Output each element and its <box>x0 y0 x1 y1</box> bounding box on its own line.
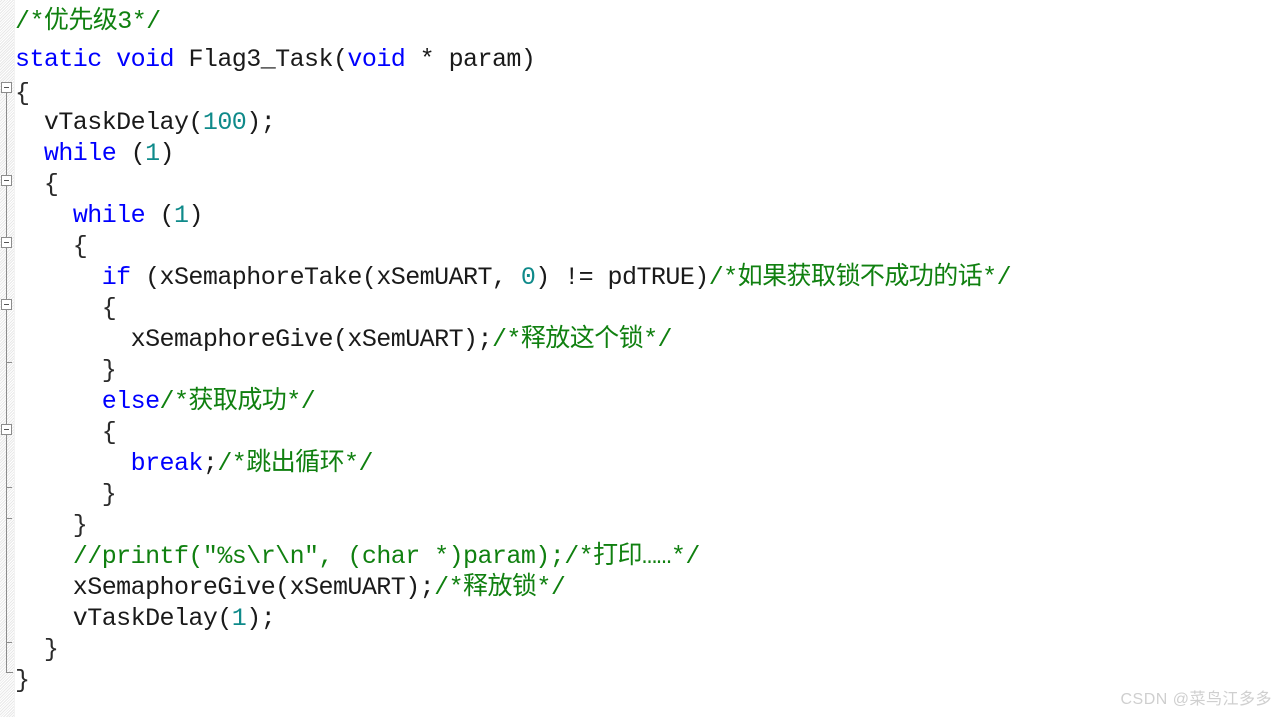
code-token: * param) <box>405 45 536 74</box>
code-line-if-semaphore-take[interactable]: if (xSemaphoreTake(xSemUART, 0) != pdTRU… <box>15 262 1012 293</box>
code-line-close-brace-while-inner[interactable]: } <box>15 510 88 541</box>
csdn-watermark: CSDN @菜鸟江多多 <box>1120 691 1272 708</box>
code-line-semaphore-give-release[interactable]: xSemaphoreGive(xSemUART);/*释放锁*/ <box>15 572 566 603</box>
code-token: break <box>130 449 204 478</box>
fold-tick-mark <box>6 518 12 519</box>
code-line-open-brace-function[interactable]: { <box>15 78 30 109</box>
code-token: /*优先级3*/ <box>15 7 161 36</box>
code-token: while <box>72 201 146 230</box>
code-line-break-statement[interactable]: break;/*跳出循环*/ <box>15 448 374 479</box>
code-token: static void <box>15 45 189 74</box>
fold-while-outer-collapse-icon[interactable] <box>1 175 12 186</box>
code-line-open-brace-while-outer[interactable]: { <box>15 169 59 200</box>
code-token: ) != pdTRUE) <box>535 263 709 292</box>
code-token: ( <box>116 139 146 168</box>
fold-tick-mark <box>6 362 12 363</box>
code-line-comment-priority[interactable]: /*优先级3*/ <box>15 6 161 37</box>
code-token: ); <box>246 108 276 137</box>
code-token: 100 <box>202 108 247 137</box>
code-line-close-brace-while-outer[interactable]: } <box>15 634 59 665</box>
fold-while-inner-collapse-icon[interactable] <box>1 237 12 248</box>
code-token: void <box>347 45 406 74</box>
code-token: ); <box>246 604 276 633</box>
code-token: } <box>15 635 59 664</box>
code-line-vtaskdelay-1[interactable]: vTaskDelay(1); <box>15 603 276 634</box>
code-line-while-outer[interactable]: while (1) <box>15 138 175 169</box>
code-token: 1 <box>231 604 247 633</box>
code-token: Flag3_Task( <box>188 45 348 74</box>
code-line-close-brace-else[interactable]: } <box>15 479 117 510</box>
code-line-vtaskdelay-100[interactable]: vTaskDelay(100); <box>15 107 276 138</box>
code-token: /*获取成功*/ <box>159 387 316 416</box>
code-token: /*跳出循环*/ <box>217 449 373 478</box>
code-token: //printf("%s\r\n", (char *)param);/*打印……… <box>72 542 701 571</box>
code-token: { <box>15 294 117 323</box>
fold-function-body-collapse-icon[interactable] <box>1 82 12 93</box>
code-line-semaphore-give-inner[interactable]: xSemaphoreGive(xSemUART);/*释放这个锁*/ <box>15 324 673 355</box>
code-token: } <box>15 480 117 509</box>
code-token: ) <box>159 139 175 168</box>
code-line-while-inner[interactable]: while (1) <box>15 200 204 231</box>
code-line-open-brace-else[interactable]: { <box>15 417 117 448</box>
code-token: vTaskDelay( <box>15 108 204 137</box>
code-line-else-success[interactable]: else/*获取成功*/ <box>15 386 316 417</box>
fold-tick-mark <box>6 487 12 488</box>
code-line-function-signature[interactable]: static void Flag3_Task(void * param) <box>15 44 536 75</box>
code-token: while <box>43 139 117 168</box>
code-token: xSemaphoreGive(xSemUART); <box>15 325 493 354</box>
fold-spine-end-corner <box>6 672 13 673</box>
code-token: ( <box>145 201 175 230</box>
code-token: /*释放这个锁*/ <box>491 325 673 354</box>
code-token: ; <box>202 449 218 478</box>
code-token: } <box>15 511 88 540</box>
code-content-area[interactable]: /*优先级3*/ static void Flag3_Task(void * pa… <box>15 0 1286 717</box>
code-token: { <box>15 418 117 447</box>
code-token: 1 <box>173 201 189 230</box>
code-line-close-brace-if[interactable]: } <box>15 355 117 386</box>
fold-margin-gutter[interactable] <box>0 0 15 717</box>
code-token: { <box>15 232 88 261</box>
code-token: 0 <box>520 263 536 292</box>
code-token: if <box>101 263 131 292</box>
code-token: } <box>15 356 117 385</box>
code-line-close-brace-function[interactable]: } <box>15 665 30 696</box>
fold-if-block-collapse-icon[interactable] <box>1 299 12 310</box>
code-token: } <box>15 666 30 695</box>
code-token: vTaskDelay( <box>15 604 233 633</box>
code-token: /*如果获取锁不成功的话*/ <box>708 263 1012 292</box>
code-token: { <box>15 79 30 108</box>
fold-else-block-collapse-icon[interactable] <box>1 424 12 435</box>
code-token: (xSemaphoreTake(xSemUART, <box>130 263 521 292</box>
fold-tick-mark <box>6 642 12 643</box>
code-token: xSemaphoreGive(xSemUART); <box>15 573 435 602</box>
code-token: ) <box>188 201 203 230</box>
code-token: /*释放锁*/ <box>434 573 566 602</box>
code-editor[interactable]: /*优先级3*/ static void Flag3_Task(void * pa… <box>0 0 1286 717</box>
code-line-open-brace-if[interactable]: { <box>15 293 117 324</box>
code-line-open-brace-while-inner[interactable]: { <box>15 231 88 262</box>
code-line-commented-printf[interactable]: //printf("%s\r\n", (char *)param);/*打印……… <box>15 541 701 572</box>
code-token: else <box>101 387 160 416</box>
code-token: 1 <box>145 139 160 168</box>
code-token: { <box>15 170 59 199</box>
